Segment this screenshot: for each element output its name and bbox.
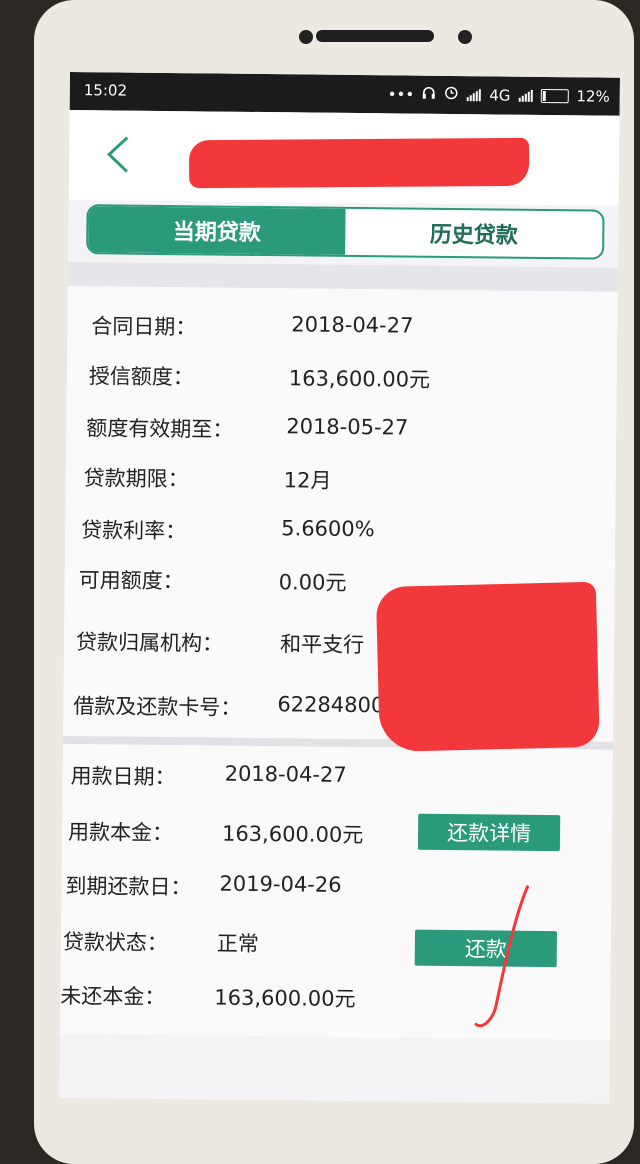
network-type: 4G (489, 85, 511, 105)
contract-row: 贷款期限： 12月 (66, 456, 616, 502)
status-bar: 15:02 ••• 4G 12% (69, 72, 620, 116)
available-limit-value: 0.00元 (278, 570, 347, 595)
drawdown-date-value: 2018-04-27 (224, 761, 347, 787)
battery-icon (540, 88, 569, 103)
contract-row: 额度有效期至： 2018-05-27 (66, 406, 616, 452)
front-camera (458, 30, 472, 44)
drawdown-principal-label: 用款本金： (67, 820, 174, 846)
contract-row: 贷款利率： 5.6600% (65, 508, 615, 554)
back-arrow-icon[interactable] (103, 134, 133, 174)
due-date-value: 2019-04-26 (219, 871, 342, 897)
contract-date-label: 合同日期： (91, 314, 197, 340)
loan-institution-value: 和平支行 (279, 632, 365, 658)
limit-valid-until-label: 额度有效期至： (86, 416, 234, 442)
headset-icon (422, 85, 436, 103)
signal-icon-2 (518, 89, 533, 102)
repay-detail-button[interactable]: 还款详情 (417, 813, 561, 852)
more-dots-icon: ••• (387, 84, 415, 104)
loan-row: 用款日期： 2018-04-27 (62, 754, 612, 800)
loan-tabs: 当期贷款 历史贷款 (86, 204, 605, 260)
limit-valid-until-value: 2018-05-27 (286, 414, 409, 440)
interest-rate-label: 贷款利率： (81, 518, 187, 544)
available-limit-label: 可用额度： (78, 568, 184, 594)
due-date-label: 到期还款日： (65, 873, 192, 900)
card-number-value: 62284800 (277, 692, 385, 718)
loan-term-value: 12月 (283, 468, 332, 493)
earpiece (316, 30, 434, 42)
alarm-icon (444, 85, 459, 104)
credit-limit-label: 授信额度： (88, 364, 194, 390)
front-sensor (299, 30, 313, 44)
tab-history-loan[interactable]: 历史贷款 (345, 209, 602, 258)
tab-current-loan[interactable]: 当期贷款 (88, 206, 346, 255)
red-pen-mark (474, 885, 529, 1028)
card-number-label: 借款及还款卡号： (73, 694, 242, 720)
app-header (68, 109, 620, 206)
redacted-title (188, 137, 530, 189)
status-time: 15:02 (83, 81, 128, 100)
contract-row: 合同日期： 2018-04-27 (67, 304, 617, 350)
loan-institution-label: 贷款归属机构： (75, 630, 224, 656)
loan-status-label: 贷款状态： (62, 929, 169, 956)
contract-date-value: 2018-04-27 (291, 312, 414, 338)
drawdown-principal-value: 163,600.00元 (221, 821, 364, 848)
loan-status-value: 正常 (216, 931, 260, 957)
battery-percent: 12% (576, 86, 610, 106)
loan-term-label: 贷款期限： (83, 466, 189, 492)
drawdown-date-label: 用款日期： (70, 764, 176, 790)
contract-row: 授信额度： 163,600.00元 (67, 354, 617, 400)
credit-limit-value: 163,600.00元 (288, 366, 431, 392)
phone-screen: 15:02 ••• 4G 12% 当期贷款 历史贷款 合同日期： 2018-04… (59, 72, 620, 1104)
interest-rate-value: 5.6600% (281, 516, 375, 542)
status-icons: ••• 4G 12% (388, 84, 610, 105)
signal-icon (467, 88, 482, 101)
redacted-info (375, 581, 600, 753)
outstanding-principal-value: 163,600.00元 (214, 985, 356, 1012)
outstanding-principal-label: 未还本金： (60, 983, 166, 1010)
